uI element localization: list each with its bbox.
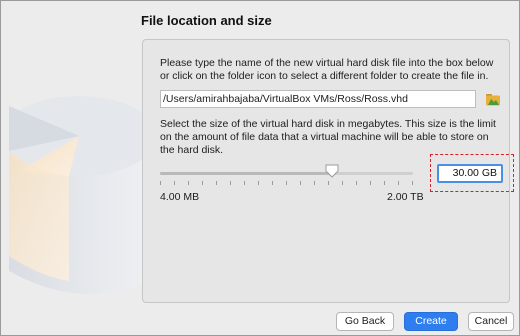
slider-tick — [174, 181, 175, 185]
size-slider-ticks — [160, 181, 413, 185]
slider-min-label: 4.00 MB — [160, 191, 200, 203]
go-back-button[interactable]: Go Back — [336, 312, 394, 331]
slider-tick — [188, 181, 189, 185]
slider-tick — [272, 181, 273, 185]
slider-tick — [286, 181, 287, 185]
slider-tick — [384, 181, 385, 185]
slider-tick — [342, 181, 343, 185]
slider-tick — [160, 181, 161, 185]
create-virtual-hard-disk-dialog: File location and size Please type the n… — [0, 0, 520, 336]
slider-tick — [328, 181, 329, 185]
slider-tick — [356, 181, 357, 185]
size-slider-track[interactable] — [160, 172, 413, 175]
settings-panel: Please type the name of the new virtual … — [142, 39, 514, 303]
section-title: File location and size — [141, 13, 272, 28]
size-description: Select the size of the virtual hard disk… — [160, 118, 496, 156]
cancel-button[interactable]: Cancel — [468, 312, 514, 331]
slider-tick — [230, 181, 231, 185]
slider-tick — [314, 181, 315, 185]
location-description: Please type the name of the new virtual … — [160, 57, 494, 82]
slider-max-label: 2.00 TB — [387, 191, 424, 203]
slider-tick — [258, 181, 259, 185]
slider-tick — [244, 181, 245, 185]
disk-size-input[interactable]: 30.00 GB — [437, 164, 503, 183]
slider-tick — [370, 181, 371, 185]
slider-tick — [202, 181, 203, 185]
slider-tick — [300, 181, 301, 185]
size-slider-thumb[interactable] — [325, 164, 339, 178]
create-button[interactable]: Create — [404, 312, 458, 331]
size-slider-fill — [160, 172, 333, 175]
folder-icon[interactable] — [485, 91, 501, 107]
slider-tick — [398, 181, 399, 185]
file-path-input[interactable]: /Users/amirahbajaba/VirtualBox VMs/Ross/… — [160, 90, 476, 108]
slider-tick — [412, 181, 413, 185]
slider-tick — [216, 181, 217, 185]
